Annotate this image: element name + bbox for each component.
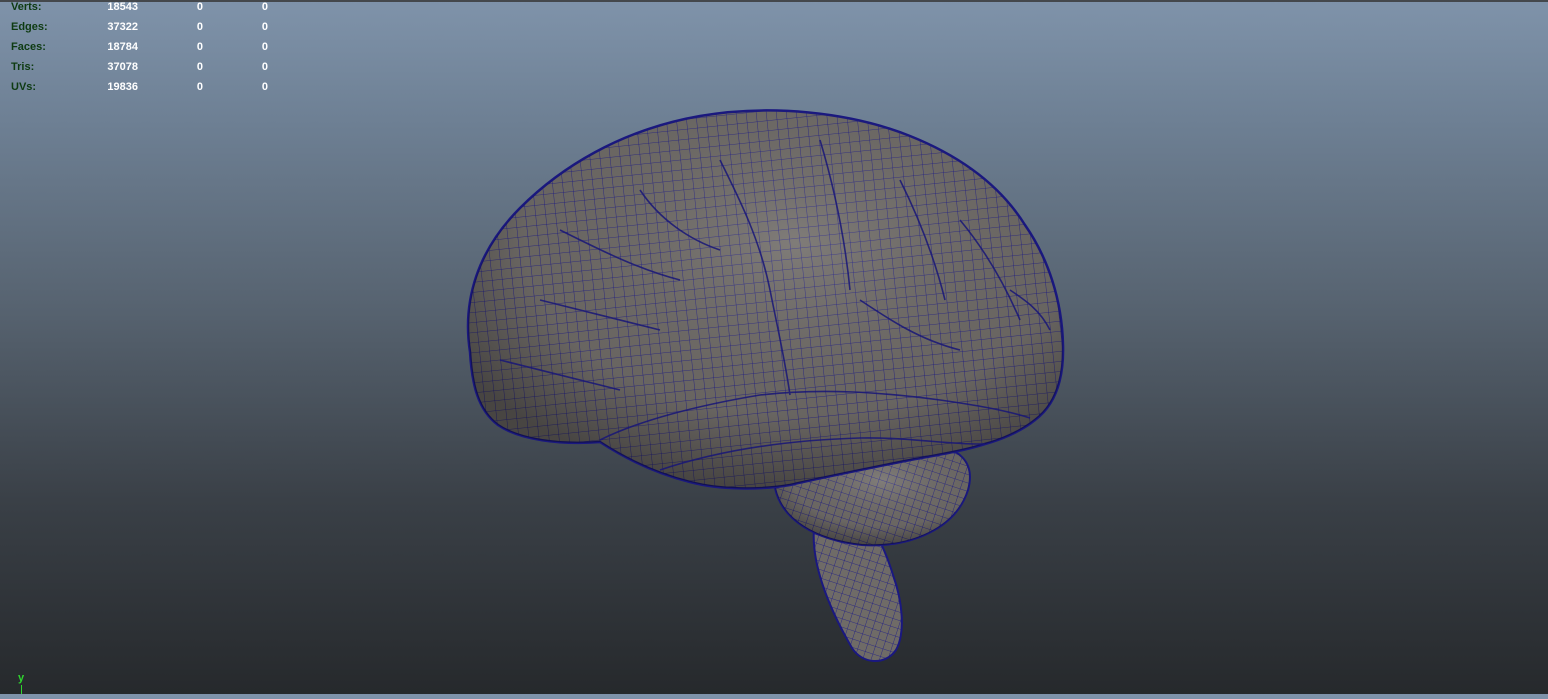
hud-label: Tris: — [11, 61, 35, 73]
hud-row-tris: Tris: 37078 0 0 — [11, 61, 271, 81]
hud-row-verts: Verts: 18543 0 0 — [11, 1, 271, 21]
hud-value: 0 — [196, 41, 203, 53]
hud-label: Edges: — [11, 21, 48, 33]
hud-row-edges: Edges: 37322 0 0 — [11, 21, 271, 41]
hud-value: 0 — [196, 1, 203, 13]
hud-value: 0 — [261, 21, 268, 33]
hud-value: 37078 — [107, 61, 138, 73]
hud-row-uvs: UVs: 19836 0 0 — [11, 81, 271, 101]
hud-value: 0 — [261, 1, 268, 13]
hud-value: 0 — [196, 61, 203, 73]
hud-value: 0 — [196, 21, 203, 33]
hud-row-faces: Faces: 18784 0 0 — [11, 41, 271, 61]
hud-value: 18784 — [107, 41, 138, 53]
hud-label: UVs: — [11, 81, 37, 93]
axis-y-line — [21, 685, 22, 694]
hud-value: 19836 — [107, 81, 138, 93]
hud-value: 18543 — [107, 1, 138, 13]
hud-value: 0 — [261, 41, 268, 53]
brain-mesh-icon[interactable] — [0, 0, 1548, 694]
hud-label: Faces: — [11, 41, 46, 53]
axis-gizmo-icon: y — [17, 672, 33, 694]
hud-label: Verts: — [11, 1, 42, 13]
3d-viewport[interactable] — [0, 0, 1548, 694]
hud-value: 37322 — [107, 21, 138, 33]
hud-value: 0 — [196, 81, 203, 93]
axis-y-label: y — [18, 672, 25, 684]
hud-value: 0 — [261, 61, 268, 73]
hud-value: 0 — [261, 81, 268, 93]
heads-up-display: Verts: 18543 0 0 Edges: 37322 0 0 Faces:… — [11, 1, 271, 101]
